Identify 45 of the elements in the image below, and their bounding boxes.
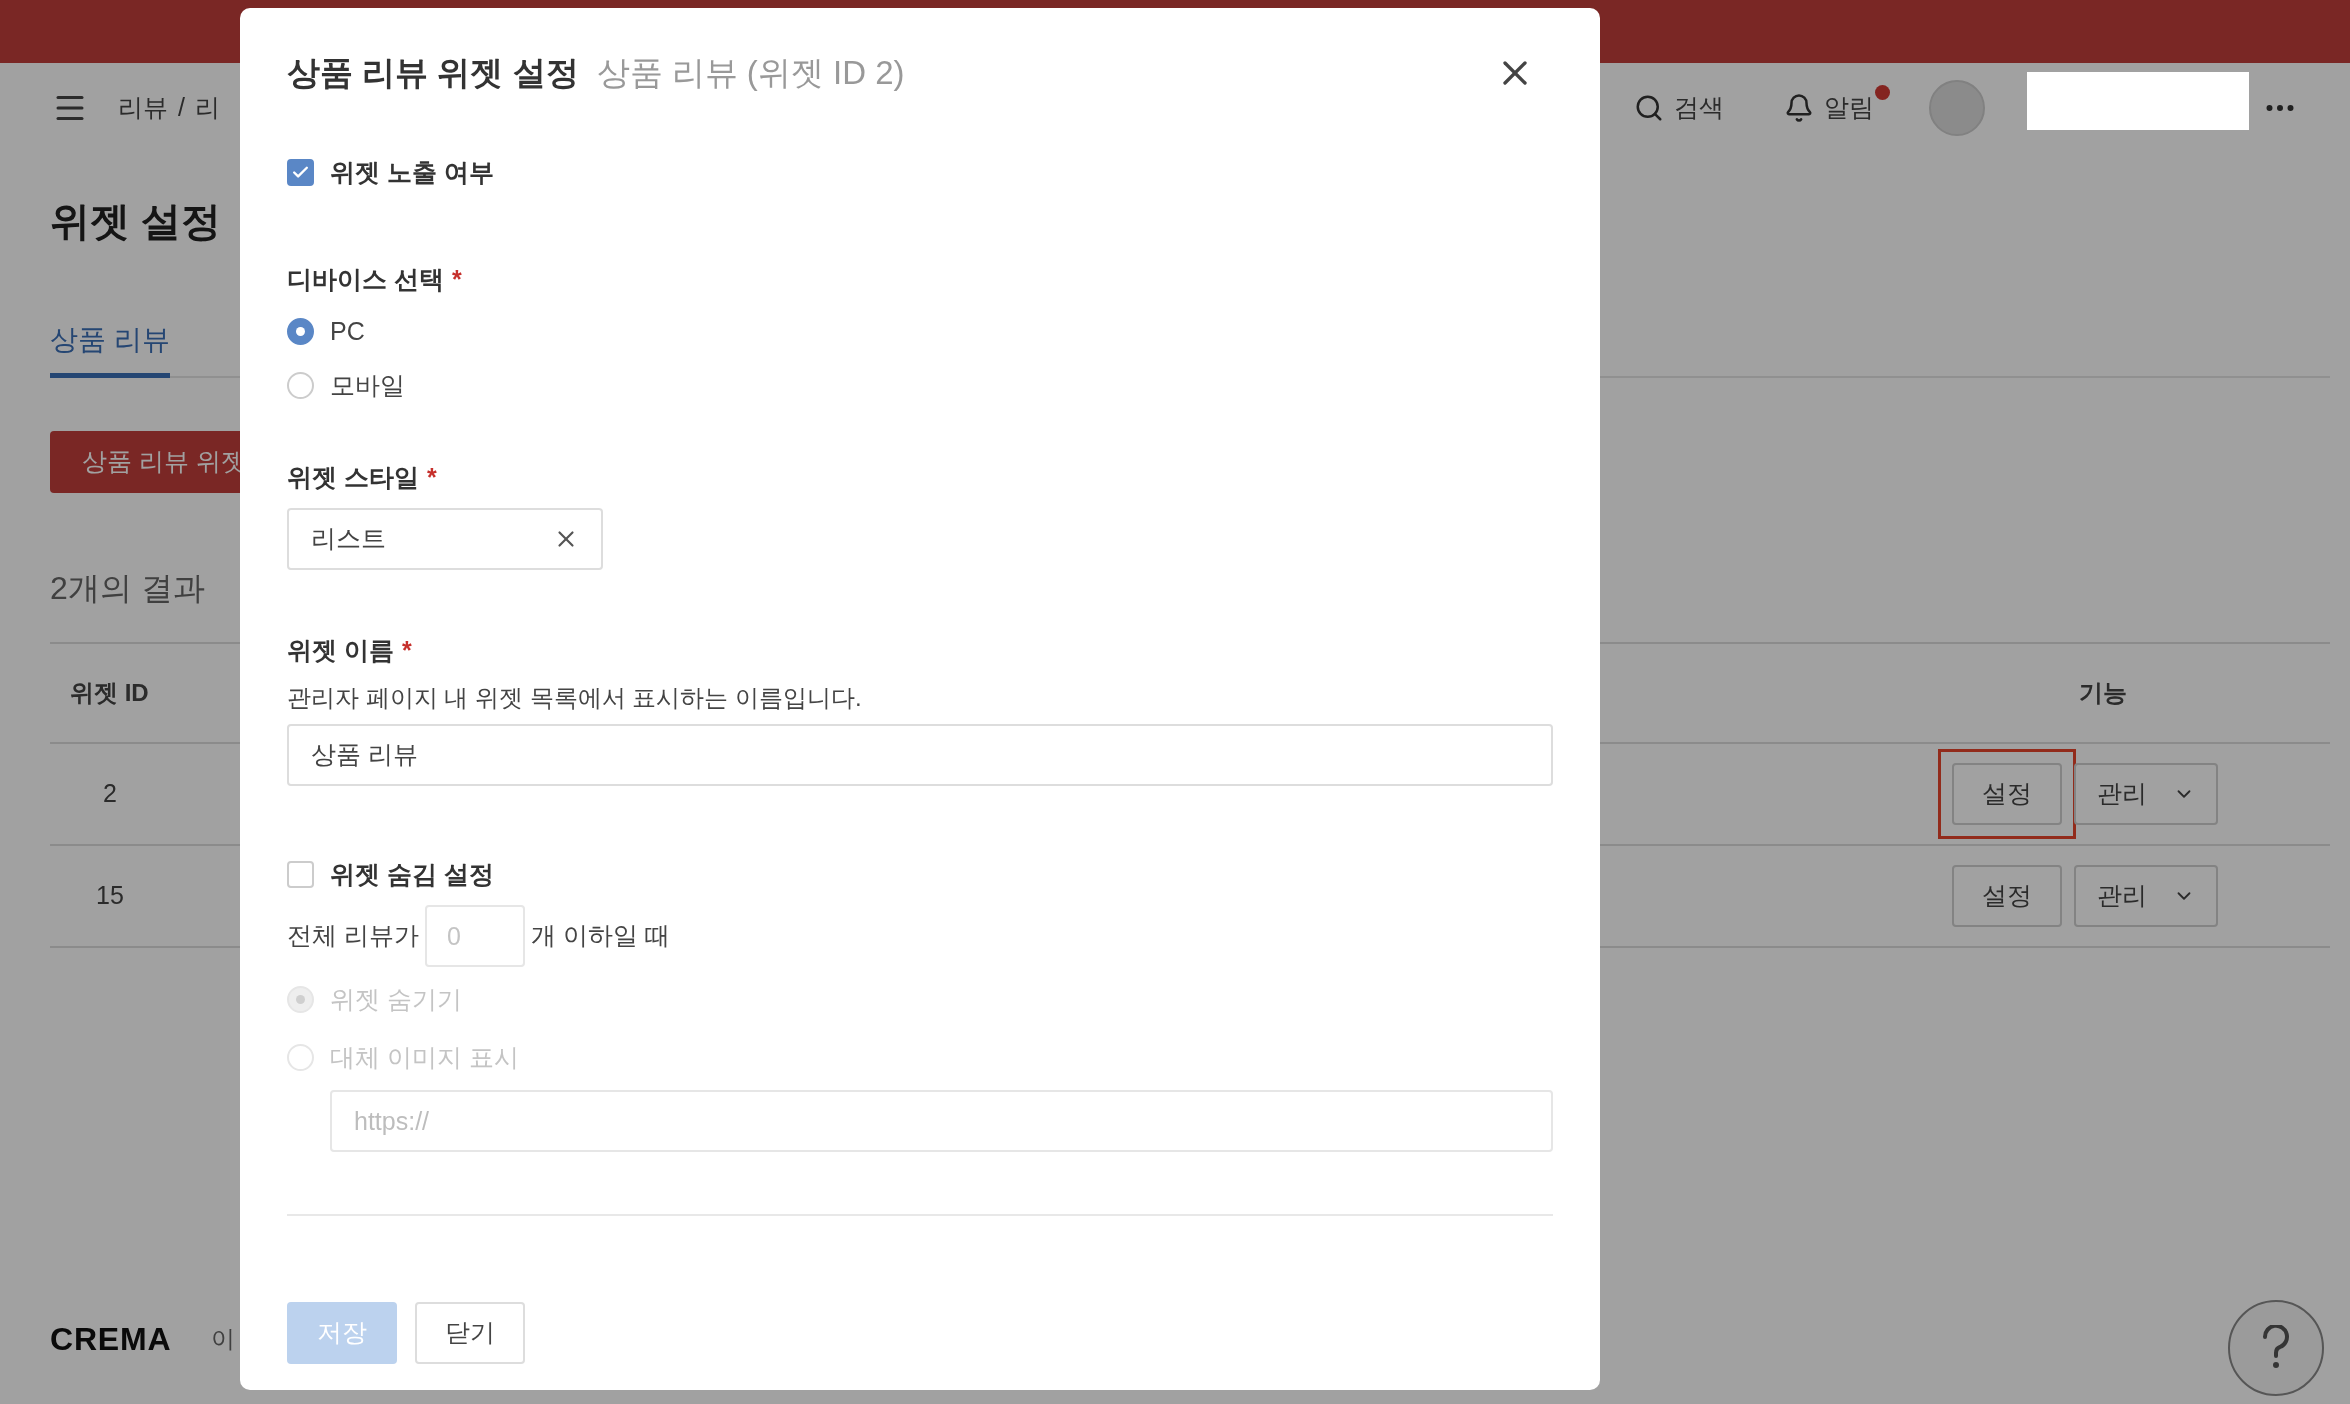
condition-text: 개 이하일 때 [530, 920, 670, 952]
manage-dropdown[interactable]: 관리 [2074, 865, 2218, 927]
notifications-label[interactable]: 알림 [1824, 89, 1874, 127]
required-mark: * [401, 635, 412, 666]
column-header: 기능 [2078, 678, 2127, 708]
name-input[interactable]: 상품 리뷰 [287, 723, 1553, 786]
checkbox-label: 위젯 노출 여부 [330, 156, 494, 188]
search-label[interactable]: 검색 [1674, 89, 1724, 127]
required-mark: * [451, 264, 462, 295]
style-select[interactable]: 리스트 [287, 508, 603, 570]
close-button[interactable]: 닫기 [415, 1302, 525, 1364]
settings-button[interactable]: 설정 [1952, 763, 2062, 825]
radio-label: 위젯 숨기기 [330, 984, 462, 1015]
result-count: 2개의 결과 [50, 569, 205, 608]
condition-text: 전체 리뷰가 [287, 920, 419, 952]
required-mark: * [426, 461, 437, 493]
breadcrumb-item: / [178, 92, 185, 124]
radio-label: PC [330, 315, 365, 347]
search-icon[interactable] [1634, 93, 1664, 123]
radio-button[interactable] [287, 317, 314, 345]
field-label: 디바이스 선택 [287, 264, 444, 295]
checkbox[interactable] [287, 158, 314, 186]
field-label: 위젯 이름 [287, 635, 394, 666]
dialog-subtitle: 상품 리뷰 (위젯 ID 2) [596, 53, 905, 93]
settings-button[interactable]: 설정 [1952, 865, 2062, 927]
question-mark-icon [2261, 1325, 2291, 1371]
field-label: 위젯 스타일 [287, 461, 419, 493]
bell-icon[interactable] [1784, 93, 1814, 123]
radio-label: 대체 이미지 표시 [330, 1041, 519, 1073]
manage-dropdown[interactable]: 관리 [2074, 763, 2218, 825]
radio-label: 모바일 [330, 370, 405, 401]
page-title: 위젯 설정 [50, 198, 223, 245]
breadcrumb-item: 리 [194, 92, 220, 124]
dialog-title: 상품 리뷰 위젯 설정 [287, 53, 579, 93]
column-header: 위젯 ID [70, 678, 149, 708]
tab[interactable]: 상품 리뷰 [50, 319, 170, 378]
table-cell-text: 2 [102, 778, 118, 810]
footer-link[interactable]: 이 [211, 1321, 236, 1357]
radio-button[interactable] [287, 372, 314, 400]
checkbox-label: 위젯 숨김 설정 [330, 858, 494, 890]
help-text: 관리자 페이지 내 위젯 목록에서 표시하는 이름입니다. [287, 682, 863, 713]
footer-logo: CREMA [50, 1320, 172, 1359]
breadcrumb-item: 리뷰 [118, 92, 168, 124]
table-cell-text: 15 [95, 880, 125, 912]
checkbox[interactable] [287, 860, 314, 888]
